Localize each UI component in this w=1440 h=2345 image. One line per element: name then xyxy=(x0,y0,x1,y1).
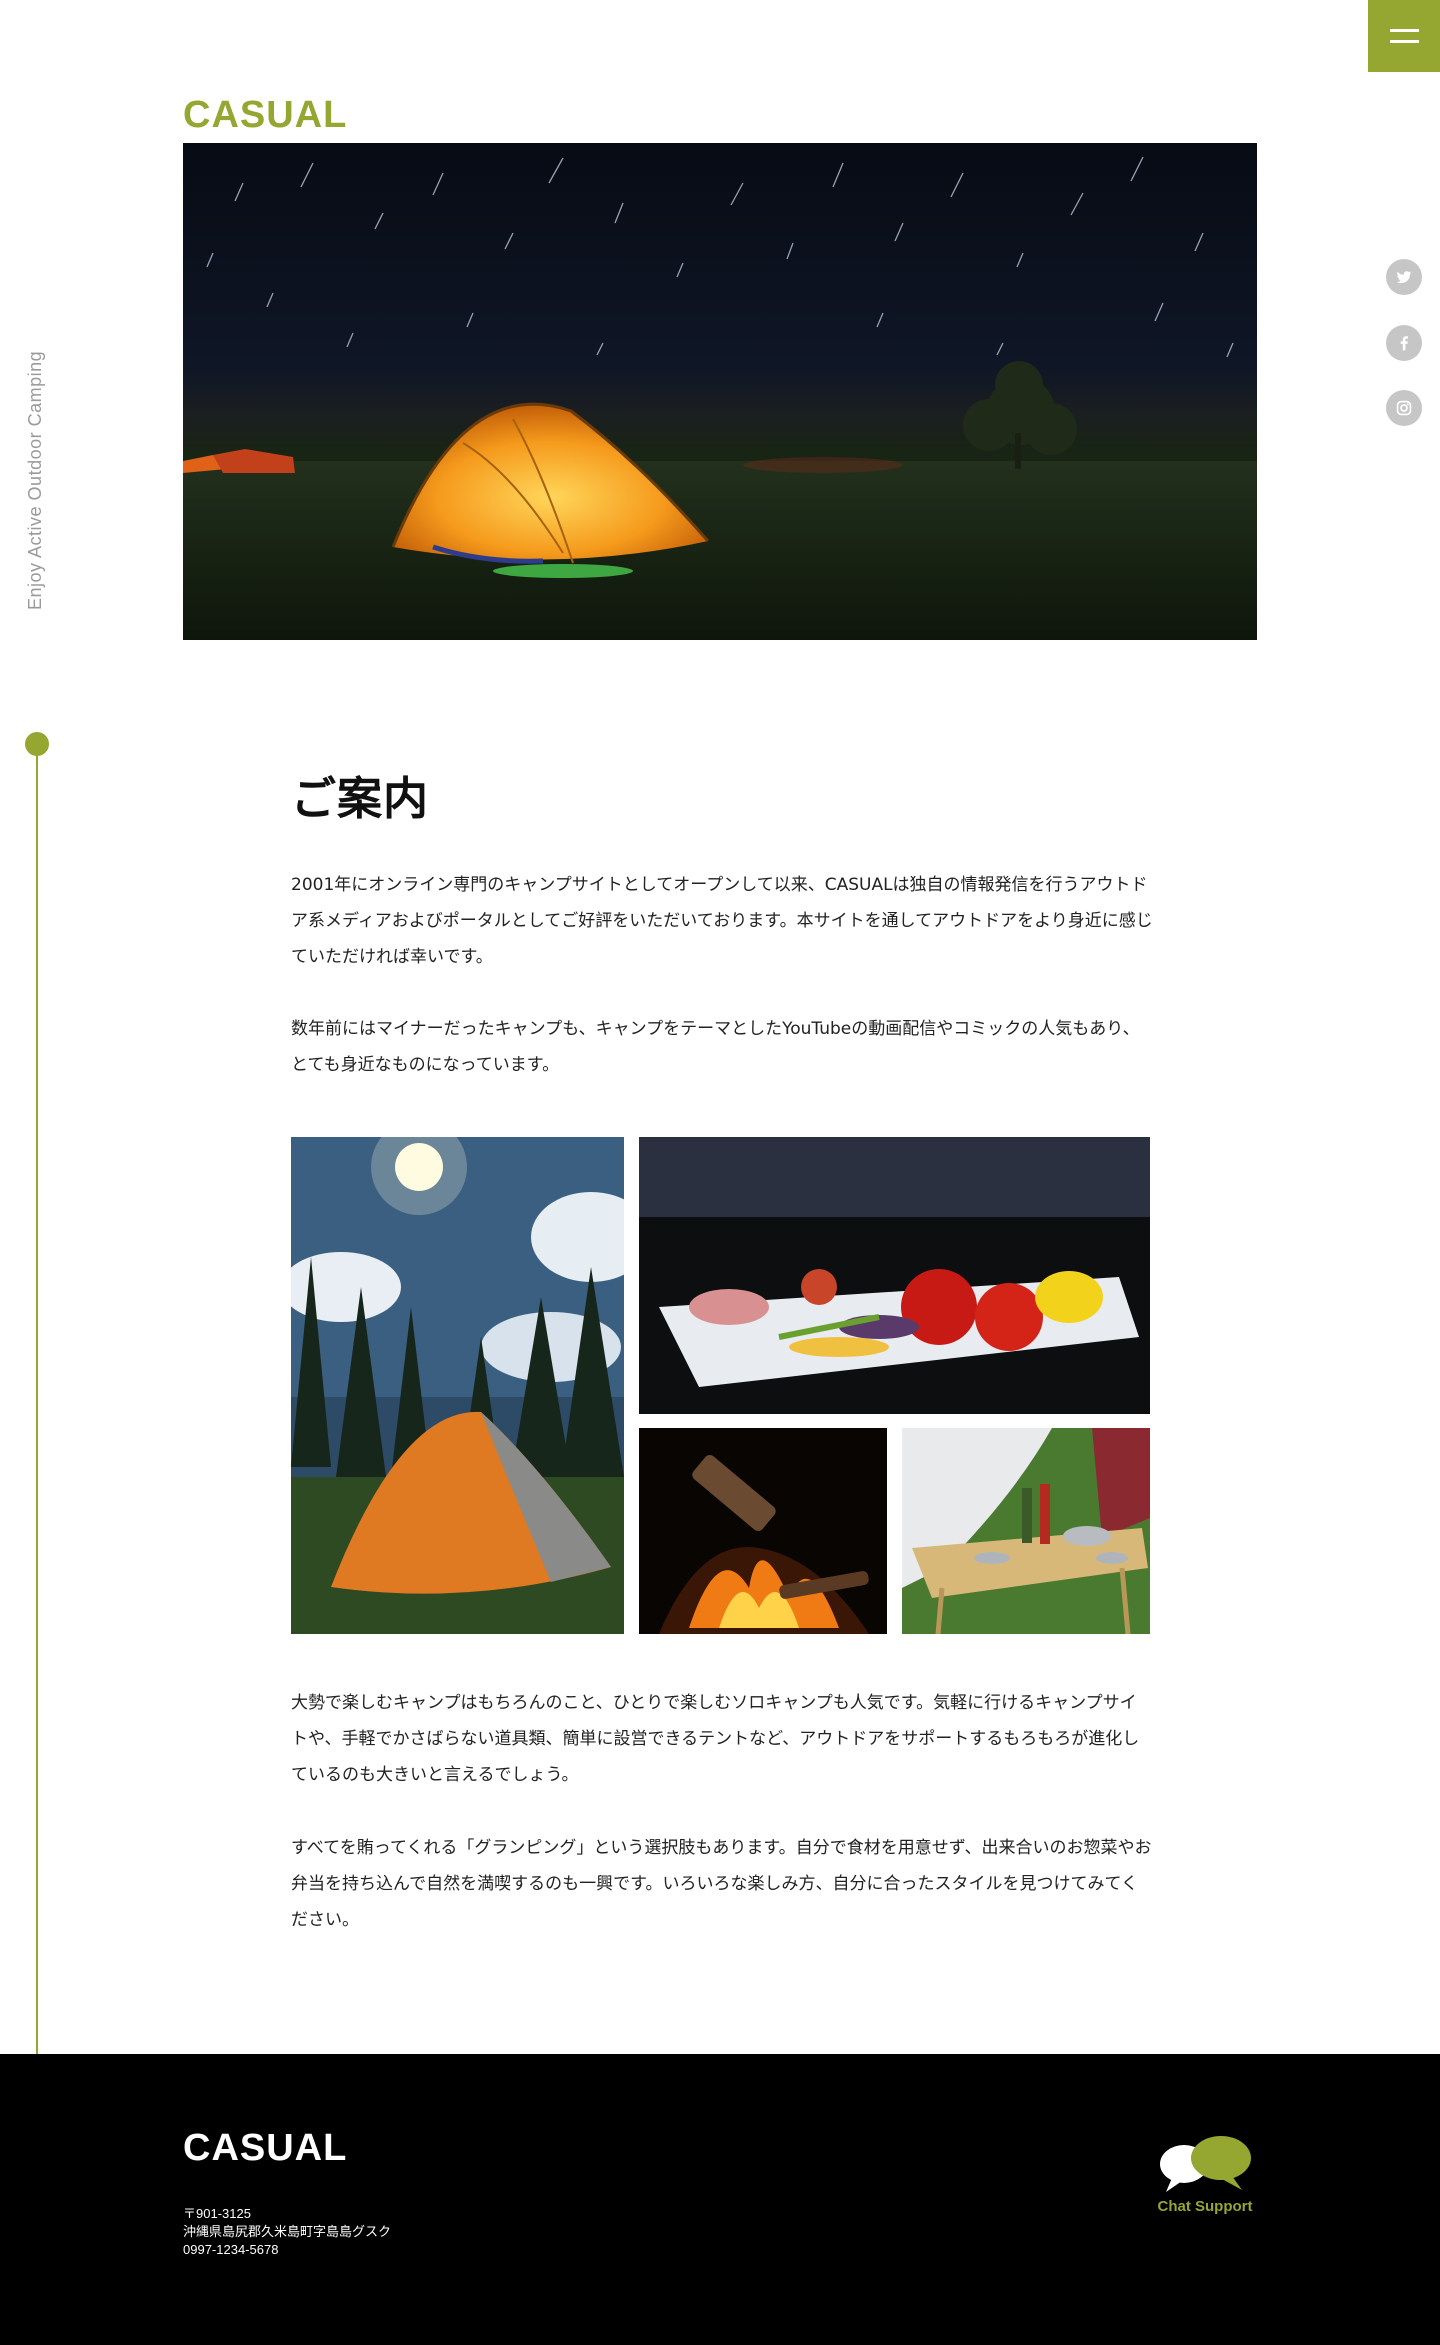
chat-support-label: Chat Support xyxy=(1157,2198,1253,2215)
twitter-icon xyxy=(1396,271,1412,284)
footer-phone: 0997-1234-5678 xyxy=(183,2242,279,2257)
instagram-link[interactable] xyxy=(1386,390,1422,426)
hamburger-icon xyxy=(1390,29,1419,32)
hamburger-icon-bar xyxy=(1390,40,1419,43)
intro-paragraph-1: 2001年にオンライン専門のキャンプサイトとしてオープンして以来、CASUALは… xyxy=(291,875,1153,967)
photo-tent-forest xyxy=(291,1137,624,1634)
twitter-link[interactable] xyxy=(1386,259,1422,295)
footer-postal-code: 〒901-3125 xyxy=(183,2206,251,2221)
photo-vegetable-plate xyxy=(639,1137,1150,1414)
site-logo[interactable]: CASUAL xyxy=(183,96,347,134)
page-title: ご案内 xyxy=(291,772,430,825)
menu-button[interactable] xyxy=(1368,0,1440,72)
facebook-icon xyxy=(1400,336,1408,351)
vertical-tagline: Enjoy Active Outdoor Camping xyxy=(25,350,45,610)
chat-support-button[interactable]: Chat Support xyxy=(1150,2132,1260,2222)
body-paragraph-1: 大勢で楽しむキャンプはもちろんのこと、ひとりで楽しむソロキャンプも人気です。気軽… xyxy=(291,1693,1140,1785)
photo-campfire xyxy=(639,1428,887,1634)
hero-image xyxy=(183,143,1257,640)
instagram-icon xyxy=(1396,400,1412,416)
intro-paragraph-2: 数年前にはマイナーだったキャンプも、キャンプをテーマとしたYouTubeの動画配… xyxy=(291,1019,1140,1075)
timeline-line xyxy=(36,744,38,2054)
photo-camp-table xyxy=(902,1428,1150,1634)
facebook-link[interactable] xyxy=(1386,325,1422,361)
chat-bubble-icon xyxy=(1160,2136,1251,2192)
footer-address: 沖縄県島尻郡久米島町字島島グスク xyxy=(183,2224,392,2239)
footer-logo[interactable]: CASUAL xyxy=(183,2129,347,2167)
body-paragraph-2: すべてを賄ってくれる「グランピング」という選択肢もあります。自分で食材を用意せず… xyxy=(291,1838,1152,1930)
